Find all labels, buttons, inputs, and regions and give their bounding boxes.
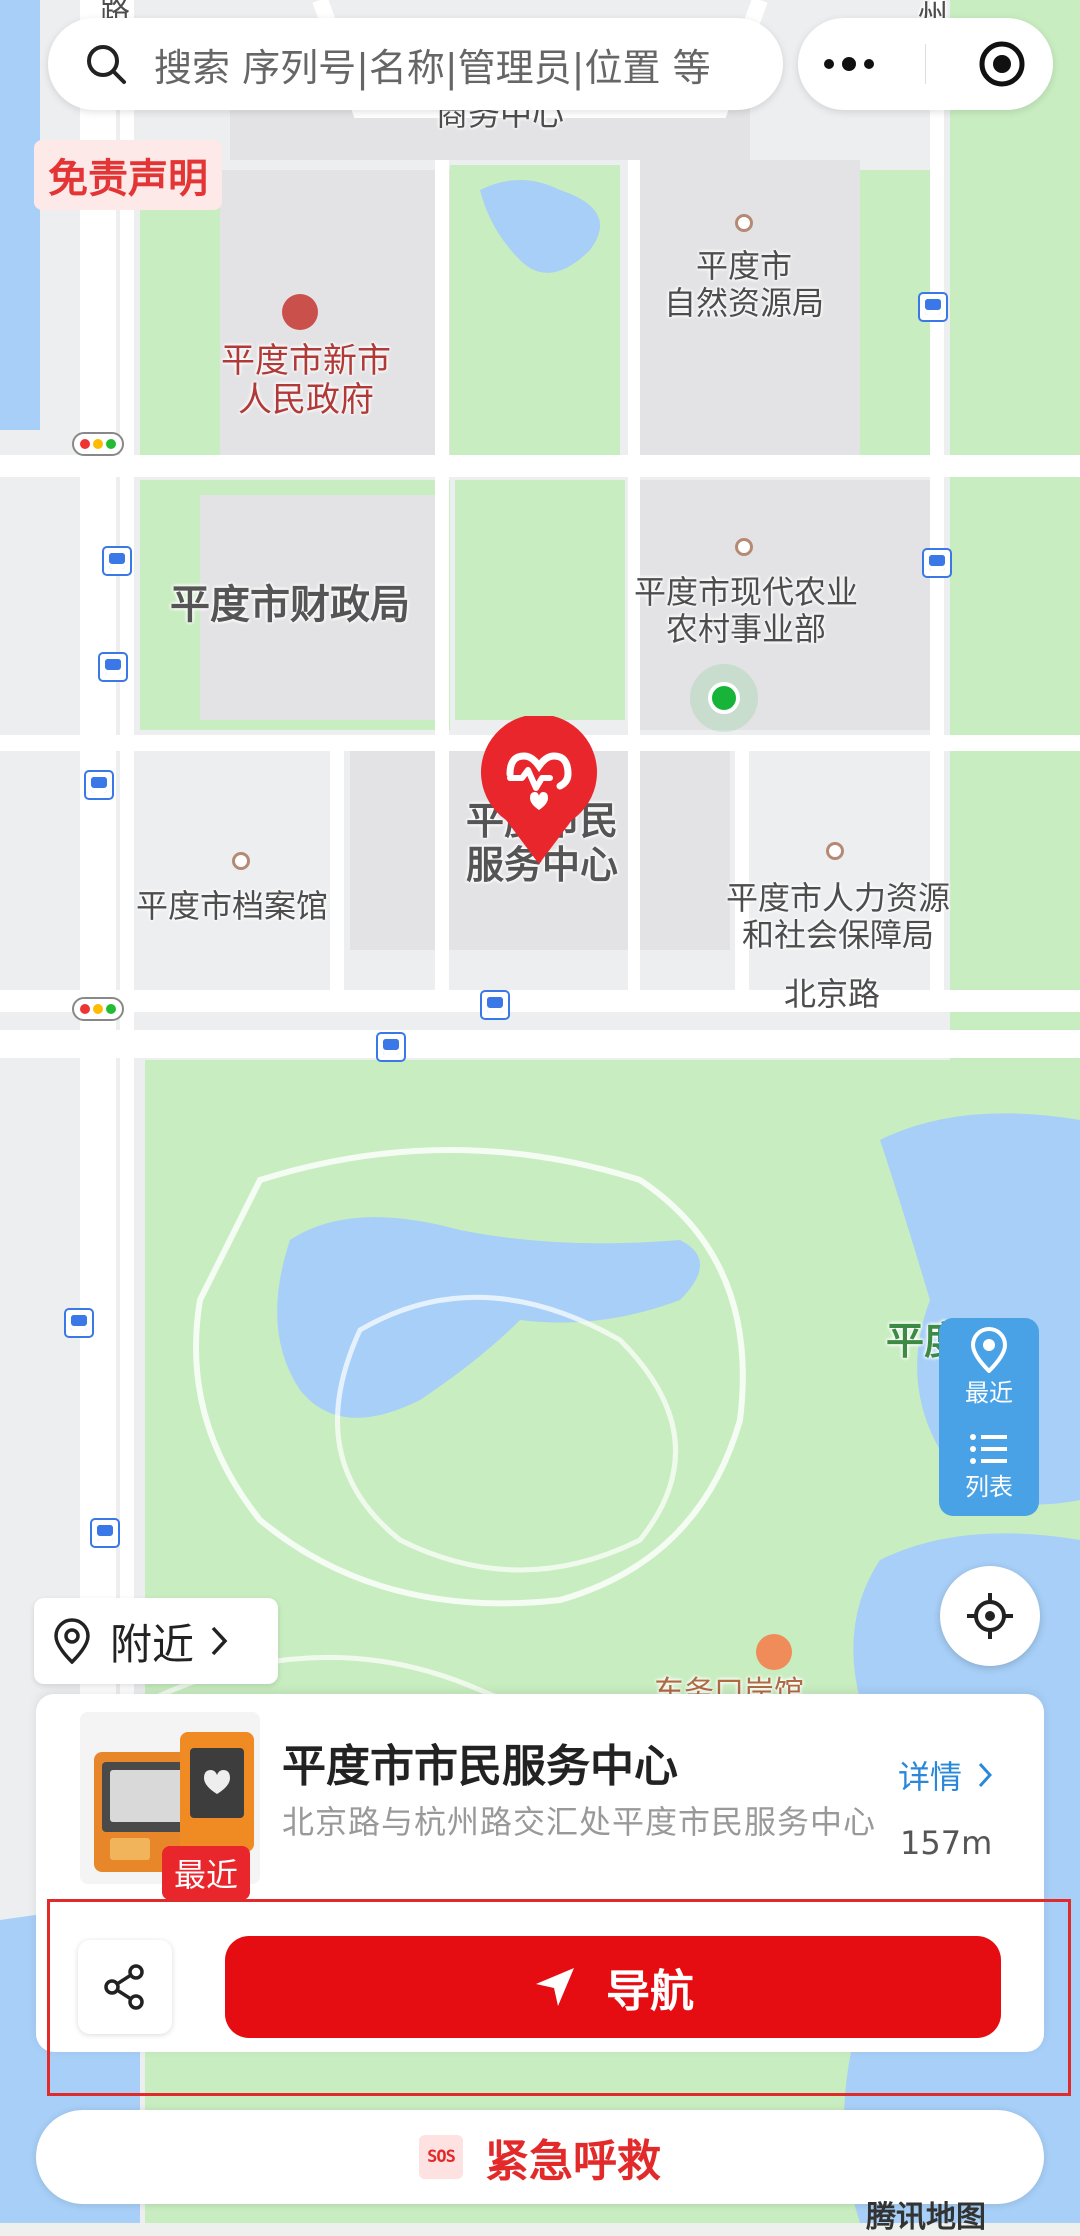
poi-marker[interactable] <box>735 214 753 232</box>
highlight-frame <box>47 1899 1071 2096</box>
nearest-tag: 最近 <box>162 1846 251 1900</box>
search-placeholder: 搜索 序列号|名称|管理员|位置 等 <box>154 45 711 90</box>
map-label-finance[interactable]: 平度市财政局 <box>170 582 410 628</box>
search-input[interactable]: 搜索 序列号|名称|管理员|位置 等 <box>48 18 783 110</box>
bus-stop-icon[interactable] <box>64 1308 94 1338</box>
bus-stop-icon[interactable] <box>480 990 510 1020</box>
place-name: 平度市市民服务中心 <box>282 1741 678 1792</box>
bus-stop-icon[interactable] <box>98 652 128 682</box>
list-button[interactable]: 列表 <box>965 1417 1013 1516</box>
details-label: 详情 <box>898 1758 963 1796</box>
traffic-light-icon <box>72 432 124 456</box>
map-label-natural-resources[interactable]: 平度市 自然资源局 <box>644 248 844 322</box>
details-link[interactable]: 详情 <box>898 1752 993 1798</box>
distance-value: 157m <box>900 1824 993 1862</box>
poi-marker[interactable] <box>826 842 844 860</box>
disclaimer-link[interactable]: 免责声明 <box>34 140 222 210</box>
chevron-right-icon <box>211 1626 228 1656</box>
sos-icon: SOS <box>419 2135 463 2179</box>
more-dots-icon[interactable] <box>823 57 874 71</box>
nearest-button[interactable]: 最近 <box>965 1318 1013 1417</box>
government-icon <box>282 294 318 330</box>
search-icon <box>87 45 126 84</box>
aed-pin[interactable] <box>480 714 598 866</box>
list-icon <box>970 1434 1007 1464</box>
bus-stop-icon[interactable] <box>84 770 114 800</box>
poi-marker[interactable] <box>232 852 250 870</box>
aed-heart-pin-icon <box>481 714 597 864</box>
bus-stop-icon[interactable] <box>376 1032 406 1062</box>
map-label-archives[interactable]: 平度市档案馆 <box>136 888 328 925</box>
chevron-right-icon <box>979 1762 993 1788</box>
bus-stop-icon[interactable] <box>102 546 132 576</box>
traffic-light-icon <box>72 997 124 1021</box>
list-label: 列表 <box>965 1473 1013 1501</box>
bus-stop-icon[interactable] <box>90 1518 120 1548</box>
capsule-divider <box>924 44 926 84</box>
poi-marker[interactable] <box>735 538 753 556</box>
bus-stop-icon[interactable] <box>918 292 948 322</box>
nearest-label: 最近 <box>965 1379 1013 1407</box>
place-address: 北京路与杭州路交汇处平度市民服务中心 <box>282 1803 877 1841</box>
bus-stop-icon[interactable] <box>922 548 952 578</box>
map-label-beijing-road: 北京路 <box>784 975 881 1013</box>
locate-me-button[interactable] <box>940 1566 1040 1666</box>
nearby-button[interactable]: 附近 <box>34 1598 278 1684</box>
nearby-label: 附近 <box>110 1619 195 1669</box>
capsule-close-icon[interactable] <box>977 39 1027 89</box>
mini-program-capsule <box>798 18 1053 110</box>
location-pin-icon <box>970 1327 1008 1373</box>
location-pin-icon <box>54 1618 90 1664</box>
map-label-agriculture[interactable]: 平度市现代农业 农村事业部 <box>614 574 878 648</box>
map-provider-logo: 腾讯地图 <box>866 2200 986 2235</box>
side-panel: 最近 列表 <box>939 1318 1039 1516</box>
sos-button[interactable]: SOS 紧急呼救 <box>36 2110 1044 2204</box>
map-label-government[interactable]: 平度市新市 人民政府 <box>196 341 416 420</box>
crosshair-icon <box>967 1593 1013 1639</box>
map-label-hr[interactable]: 平度市人力资源 和社会保障局 <box>708 880 968 954</box>
sos-label: 紧急呼救 <box>485 2136 661 2187</box>
